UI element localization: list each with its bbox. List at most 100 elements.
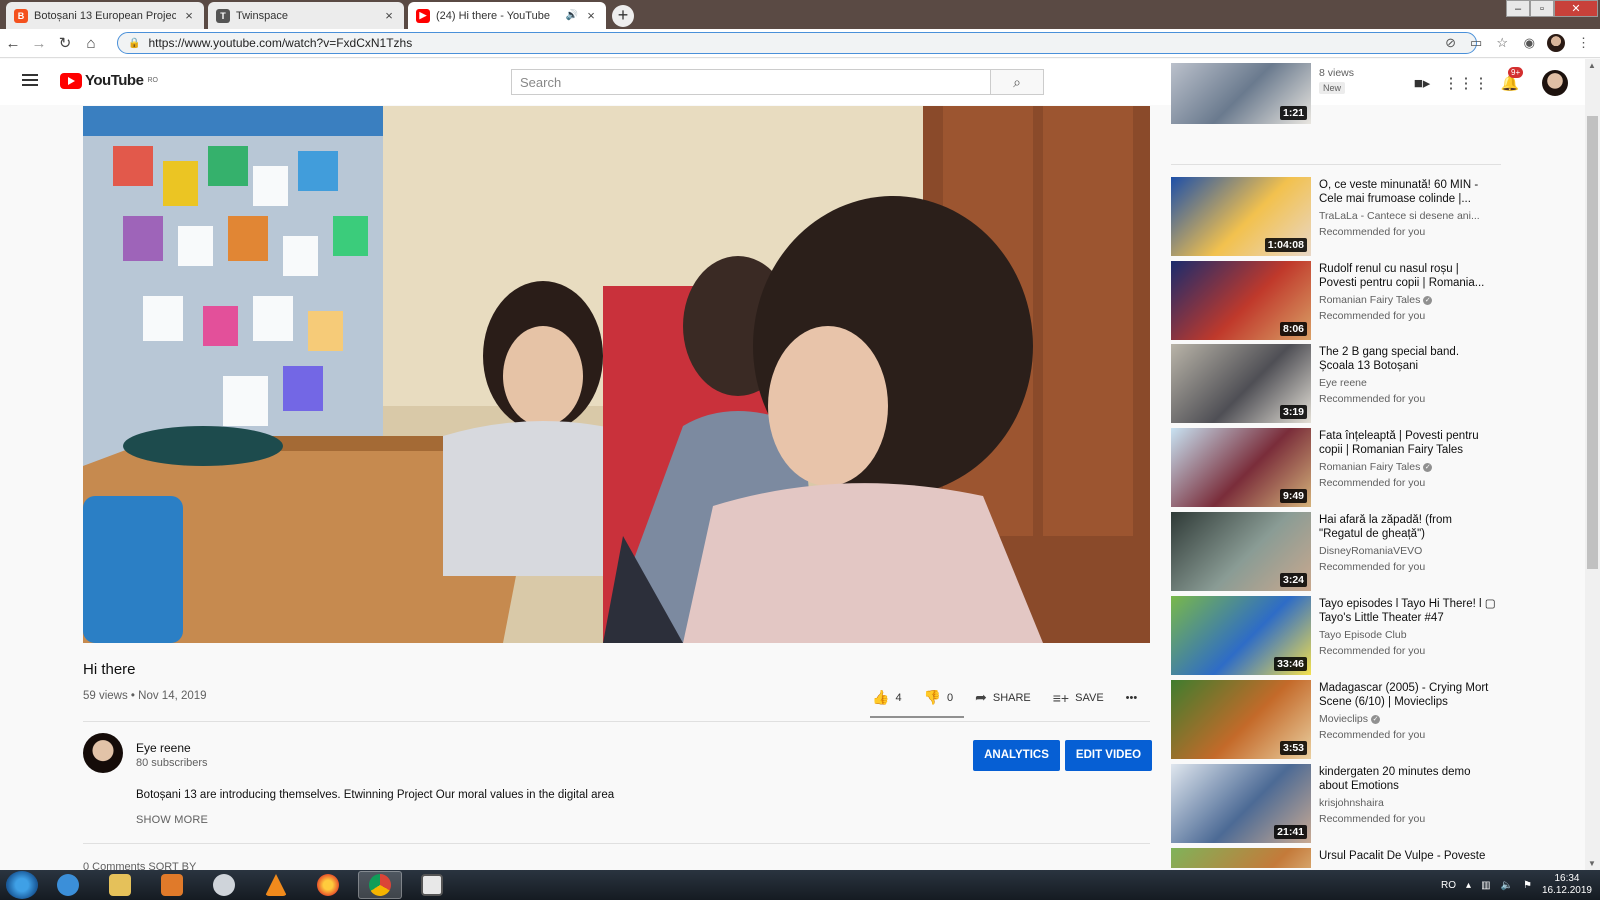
- dislike-button[interactable]: 👎 0: [924, 689, 954, 706]
- tray-arrow-icon[interactable]: ▴: [1466, 880, 1471, 891]
- recommended-title[interactable]: Fata înțeleaptă | Povesti pentru copii |…: [1319, 429, 1497, 457]
- volume-icon[interactable]: 🔈: [1501, 880, 1513, 891]
- recommended-status: Recommended for you: [1319, 393, 1426, 405]
- like-button[interactable]: 👍 4: [872, 689, 902, 706]
- video-thumbnail[interactable]: 3:53: [1171, 680, 1311, 759]
- close-icon[interactable]: ×: [584, 8, 598, 23]
- hamburger-menu-icon[interactable]: [22, 74, 38, 86]
- recommended-video[interactable]: 3:19 The 2 B gang special band. Școala 13…: [1171, 344, 1509, 424]
- recommended-video[interactable]: Ursul Pacalit De Vulpe - Poveste: [1171, 848, 1509, 868]
- scroll-down-icon[interactable]: ▼: [1588, 859, 1596, 868]
- address-bar[interactable]: 🔒 https://www.youtube.com/watch?v=FxdCxN…: [117, 32, 1477, 54]
- recommended-video[interactable]: 21:41 kindergaten 20 minutes demo about E…: [1171, 764, 1509, 844]
- scrollbar-thumb[interactable]: [1587, 116, 1598, 569]
- video-thumbnail[interactable]: 8:06: [1171, 261, 1311, 340]
- new-tab-button[interactable]: +: [612, 5, 634, 27]
- restore-button[interactable]: ▫: [1530, 0, 1554, 17]
- clock-time: 16:34: [1554, 873, 1580, 884]
- new-badge: New: [1319, 82, 1346, 94]
- recommended-title[interactable]: Ursul Pacalit De Vulpe - Poveste: [1319, 849, 1497, 863]
- recommended-title[interactable]: Hai afară la zăpadă! (from "Regatul de g…: [1319, 513, 1497, 541]
- recommended-channel: Romanian Fairy Tales ✓: [1319, 461, 1497, 473]
- video-frame: [83, 106, 1150, 643]
- recommended-video[interactable]: 1:04:08 O, ce veste minunată! 60 MIN - Ce…: [1171, 177, 1509, 257]
- duration-badge: 1:21: [1279, 106, 1307, 120]
- analytics-button[interactable]: ANALYTICS: [973, 740, 1060, 771]
- tab-botosani-projects[interactable]: B Botoșani 13 European Projects ×: [6, 2, 204, 29]
- back-icon[interactable]: ←: [0, 35, 26, 52]
- home-icon[interactable]: ⌂: [78, 35, 104, 52]
- video-thumbnail[interactable]: [1171, 848, 1311, 868]
- recommended-video[interactable]: 3:24 Hai afară la zăpadă! (from "Regatul …: [1171, 512, 1509, 592]
- tab-title: (24) Hi there - YouTube: [436, 9, 550, 22]
- channel-avatar[interactable]: [83, 733, 123, 773]
- close-icon[interactable]: ×: [182, 8, 196, 23]
- app-globe-icon[interactable]: [202, 871, 246, 899]
- video-thumbnail[interactable]: 1:04:08: [1171, 177, 1311, 256]
- more-actions-button[interactable]: •••: [1126, 692, 1138, 704]
- vlc-icon[interactable]: [254, 871, 298, 899]
- cast-icon[interactable]: ▭: [1470, 35, 1482, 51]
- tab-twinspace[interactable]: T Twinspace ×: [208, 2, 404, 29]
- internet-explorer-icon[interactable]: [46, 871, 90, 899]
- speaker-icon[interactable]: 🔊: [566, 10, 578, 21]
- recommended-status: Recommended for you: [1319, 729, 1426, 741]
- video-thumbnail[interactable]: 9:49: [1171, 428, 1311, 507]
- url-text[interactable]: https://www.youtube.com/watch?v=FxdCxN1T…: [148, 36, 412, 50]
- recommended-title[interactable]: kindergaten 20 minutes demo about Emotio…: [1319, 765, 1497, 793]
- recommended-channel: Tayo Episode Club: [1319, 629, 1497, 641]
- profile-avatar[interactable]: [1547, 34, 1565, 52]
- recommended-video[interactable]: 8:06 Rudolf renul cu nasul roșu | Povesti…: [1171, 261, 1509, 341]
- recommended-video[interactable]: 3:53 Madagascar (2005) - Crying Mort Scen…: [1171, 680, 1509, 760]
- network-icon[interactable]: ▥: [1481, 880, 1490, 891]
- video-thumbnail[interactable]: 33:46: [1171, 596, 1311, 675]
- flag-icon[interactable]: ⚑: [1523, 880, 1532, 891]
- reload-icon[interactable]: ↻: [52, 34, 78, 52]
- bookmark-star-icon[interactable]: ☆: [1496, 35, 1508, 51]
- recommended-title[interactable]: Madagascar (2005) - Crying Mort Scene (6…: [1319, 681, 1497, 709]
- blocked-content-icon[interactable]: ⊘: [1445, 35, 1456, 51]
- account-avatar[interactable]: [1542, 70, 1568, 96]
- extension-icon[interactable]: ◉: [1524, 35, 1535, 51]
- channel-name[interactable]: Eye reene: [136, 741, 191, 755]
- recommended-title[interactable]: Rudolf renul cu nasul roșu | Povesti pen…: [1319, 262, 1497, 290]
- recommended-video[interactable]: 33:46 Tayo episodes l Tayo Hi There! l ▢ …: [1171, 596, 1509, 676]
- firefox-icon[interactable]: [306, 871, 350, 899]
- video-thumbnail[interactable]: 1:21: [1171, 63, 1311, 124]
- video-player[interactable]: [83, 106, 1150, 643]
- close-icon[interactable]: ×: [382, 8, 396, 23]
- chrome-icon[interactable]: [358, 871, 402, 899]
- channel-name: krisjohnshaira: [1319, 797, 1384, 809]
- video-thumbnail[interactable]: 3:24: [1171, 512, 1311, 591]
- video-thumbnail[interactable]: 3:19: [1171, 344, 1311, 423]
- scroll-up-icon[interactable]: ▲: [1588, 61, 1596, 70]
- show-more-button[interactable]: SHOW MORE: [136, 814, 208, 826]
- save-button[interactable]: ≡+ SAVE: [1053, 690, 1104, 706]
- duration-badge: 3:24: [1279, 573, 1307, 587]
- search-input[interactable]: [512, 70, 990, 94]
- recommended-title[interactable]: O, ce veste minunată! 60 MIN - Cele mai …: [1319, 178, 1497, 206]
- forward-icon[interactable]: →: [26, 35, 52, 52]
- recommended-title[interactable]: Tayo episodes l Tayo Hi There! l ▢ Tayo'…: [1319, 597, 1497, 625]
- page-scrollbar[interactable]: ▲ ▼: [1585, 59, 1600, 870]
- search-icon: ⌕: [1013, 74, 1021, 90]
- recommended-video[interactable]: 1:21 8 views New: [1171, 63, 1509, 125]
- lock-icon[interactable]: 🔒: [128, 38, 140, 49]
- edit-video-button[interactable]: EDIT VIDEO: [1065, 740, 1152, 771]
- share-button[interactable]: ➦ SHARE: [975, 689, 1031, 706]
- recommended-title[interactable]: The 2 B gang special band. Școala 13 Bot…: [1319, 345, 1497, 373]
- clock[interactable]: 16:34 16.12.2019: [1542, 873, 1592, 897]
- minimize-button[interactable]: –: [1506, 0, 1530, 17]
- start-button[interactable]: [6, 871, 38, 899]
- menu-dots-icon[interactable]: ⋮: [1577, 35, 1590, 51]
- file-explorer-icon[interactable]: [98, 871, 142, 899]
- recommended-video[interactable]: 9:49 Fata înțeleaptă | Povesti pentru cop…: [1171, 428, 1509, 508]
- language-indicator[interactable]: RO: [1441, 880, 1456, 891]
- video-thumbnail[interactable]: 21:41: [1171, 764, 1311, 843]
- tab-youtube[interactable]: ▶ (24) Hi there - YouTube 🔊 ×: [408, 2, 606, 29]
- window-close-button[interactable]: ✕: [1554, 0, 1598, 17]
- youtube-logo[interactable]: YouTube RO: [60, 72, 158, 89]
- media-player-icon[interactable]: [150, 871, 194, 899]
- notepad-icon[interactable]: [410, 871, 454, 899]
- search-button[interactable]: ⌕: [991, 69, 1044, 95]
